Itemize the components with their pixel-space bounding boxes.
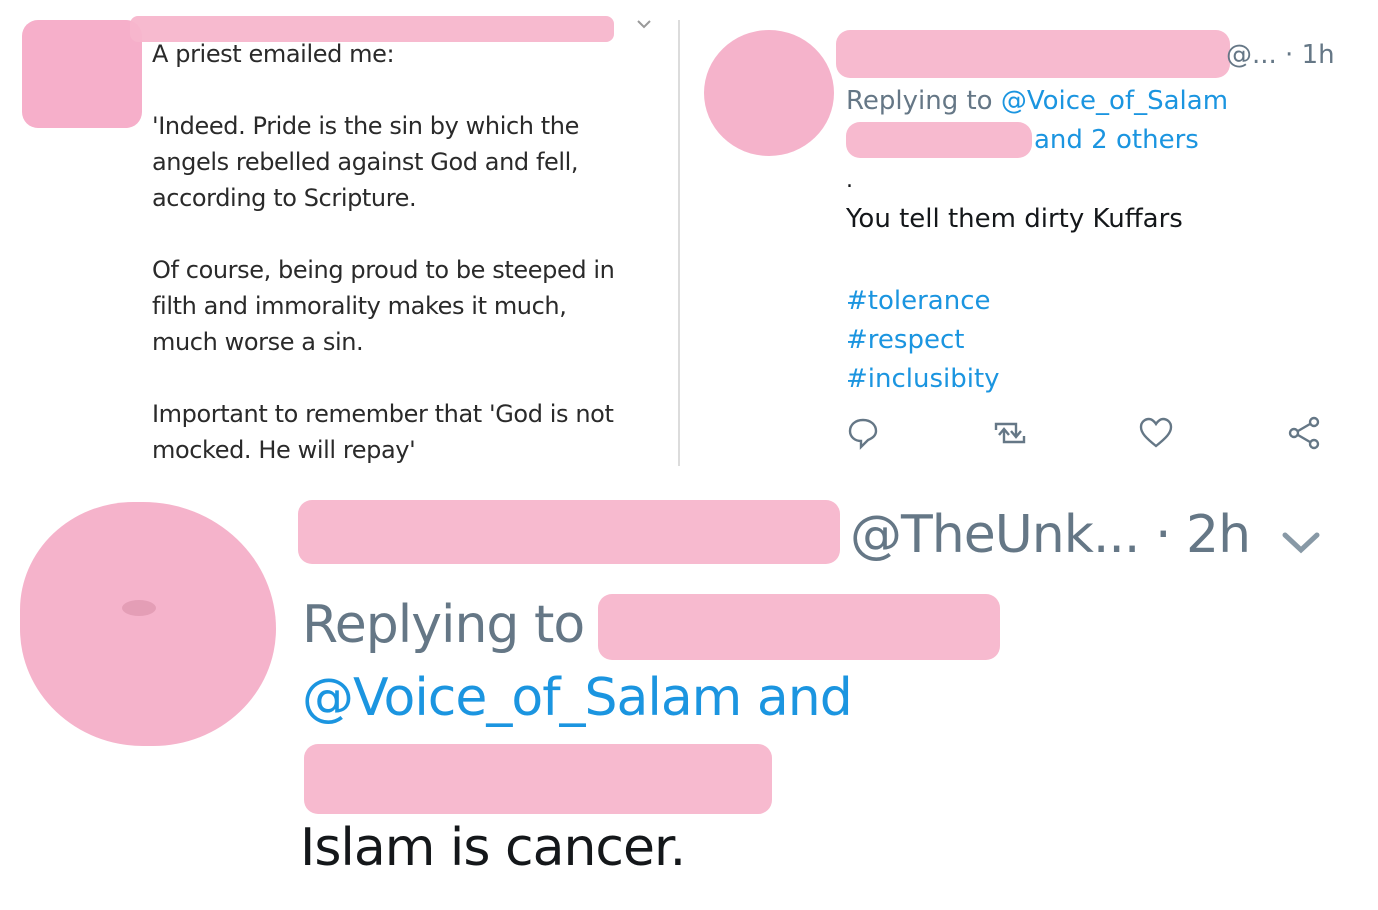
redacted-avatar[interactable] (20, 502, 276, 746)
redacted-avatar (22, 20, 142, 128)
redacted-handle (846, 122, 1032, 158)
avatar-mark (122, 600, 156, 616)
tweet-handle-time: @TheUnk... · 2h (850, 505, 1251, 565)
email-panel: A priest emailed me: 'Indeed. Pride is t… (0, 0, 678, 470)
redacted-avatar[interactable] (704, 30, 834, 156)
replying-others-link[interactable]: and 2 others (1034, 125, 1199, 155)
replying-prefix: Replying to (846, 86, 1001, 116)
chevron-down-icon[interactable] (636, 14, 652, 33)
replying-prefix: Replying to (302, 595, 585, 655)
email-paragraph-2: Of course, being proud to be steeped in … (152, 256, 615, 356)
email-paragraph-3: Important to remember that 'God is not m… (152, 400, 614, 464)
tweet-dot: . (846, 168, 853, 193)
panel-divider (678, 20, 680, 466)
replying-handle-link[interactable]: @Voice_of_Salam (1001, 86, 1228, 116)
share-icon[interactable] (1286, 416, 1322, 452)
email-intro: A priest emailed me: (152, 40, 395, 68)
email-paragraph-1: 'Indeed. Pride is the sin by which the a… (152, 112, 579, 212)
redacted-display-name[interactable] (298, 500, 840, 564)
hashtag-link[interactable]: #respect (846, 321, 1000, 360)
replying-handle-link[interactable]: @Voice_of_Salam and (302, 668, 853, 728)
tweet-handle-time: @... · 1h (1226, 40, 1335, 70)
hashtag-list: #tolerance #respect #inclusibity (846, 282, 1000, 399)
redacted-handle (304, 744, 772, 814)
tweet-body: You tell them dirty Kuffars (846, 204, 1183, 234)
redacted-display-name[interactable] (836, 30, 1230, 78)
redacted-handle (598, 594, 1000, 660)
replying-to: Replying to @Voice_of_Salam (846, 86, 1228, 116)
like-icon[interactable] (1138, 416, 1174, 452)
hashtag-link[interactable]: #tolerance (846, 282, 1000, 321)
tweet-body: Islam is cancer. (300, 818, 686, 878)
reply-icon[interactable] (846, 416, 880, 452)
hashtag-link[interactable]: #inclusibity (846, 360, 1000, 399)
chevron-down-icon[interactable] (1280, 530, 1322, 560)
retweet-icon[interactable] (990, 416, 1030, 452)
